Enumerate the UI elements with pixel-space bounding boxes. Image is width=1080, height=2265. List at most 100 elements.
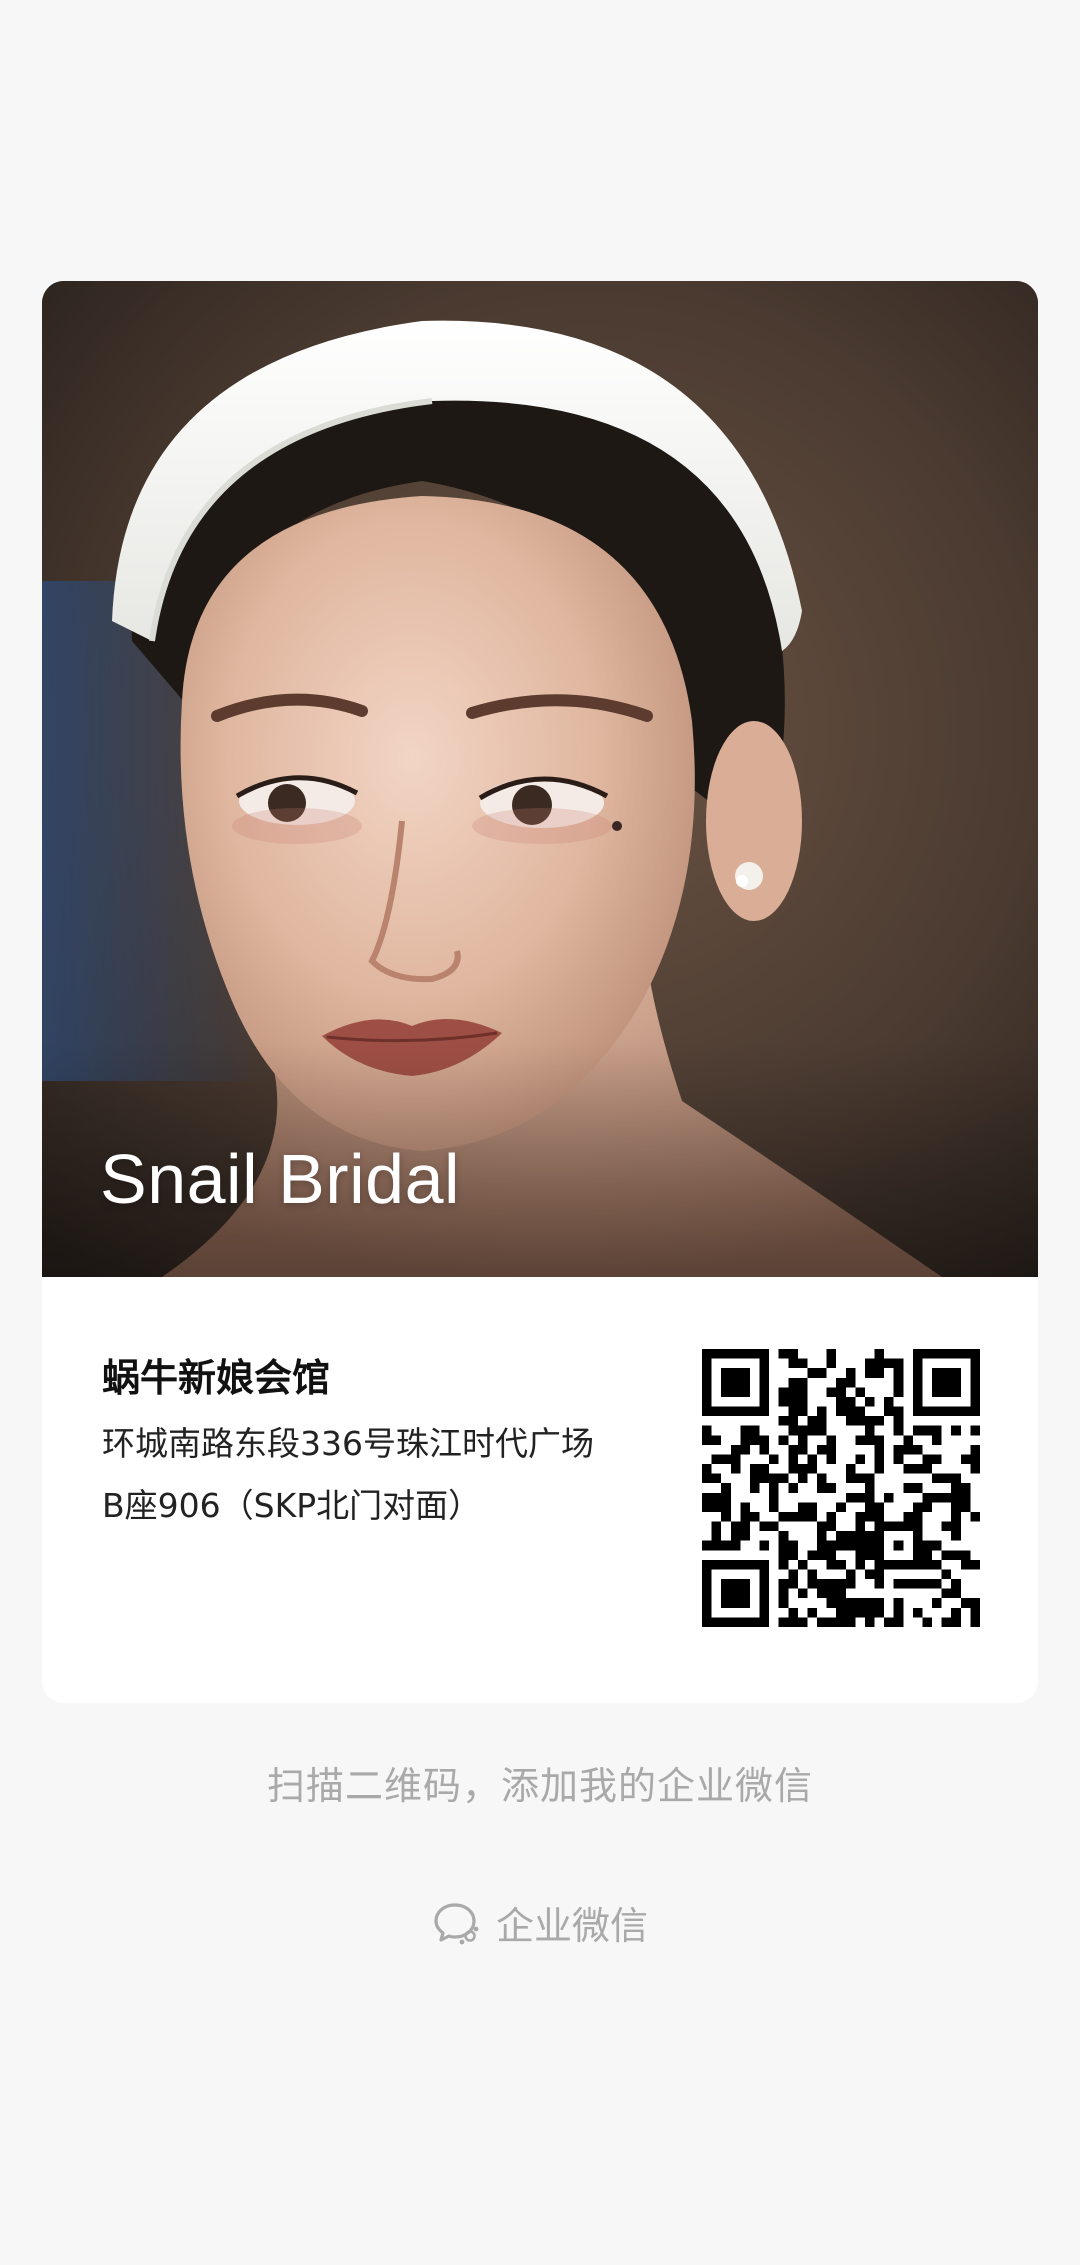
qr-module <box>702 1473 712 1484</box>
qr-module <box>912 1483 923 1493</box>
qr-module <box>721 1368 731 1378</box>
qr-module <box>797 1473 808 1484</box>
qr-module <box>769 1521 779 1532</box>
qr-module <box>711 1435 722 1445</box>
qr-module <box>702 1396 712 1407</box>
qr-module <box>845 1598 856 1608</box>
qr-module <box>941 1349 952 1359</box>
qr-module <box>702 1588 712 1599</box>
qr-module <box>749 1464 760 1474</box>
qr-module <box>826 1598 837 1608</box>
qr-module <box>893 1377 904 1388</box>
qr-module <box>845 1368 856 1378</box>
qr-module <box>826 1521 837 1532</box>
qr-module <box>836 1598 846 1608</box>
qr-module <box>932 1387 942 1397</box>
qr-module <box>912 1396 923 1407</box>
qr-module <box>740 1588 750 1599</box>
qr-module <box>941 1492 952 1503</box>
qr-module <box>932 1377 942 1388</box>
qr-module <box>912 1559 923 1570</box>
qr-module <box>749 1435 760 1445</box>
qr-module <box>759 1588 770 1599</box>
qr-module <box>826 1588 837 1599</box>
qr-module <box>855 1387 865 1397</box>
qr-module <box>826 1550 837 1560</box>
qr-module <box>864 1416 875 1426</box>
qr-module <box>759 1607 770 1618</box>
qr-module <box>836 1579 846 1589</box>
qr-module <box>817 1550 827 1560</box>
qr-module <box>817 1540 827 1551</box>
qr-module <box>845 1473 856 1484</box>
qr-module <box>740 1406 750 1417</box>
qr-module <box>922 1454 933 1465</box>
qr-module <box>730 1387 741 1397</box>
qr-module <box>941 1550 952 1560</box>
qr-module <box>826 1444 837 1455</box>
qr-module <box>855 1511 865 1522</box>
qr-module <box>874 1444 885 1455</box>
qr-module <box>788 1617 798 1627</box>
qr-module <box>788 1464 798 1474</box>
qr-module <box>730 1377 741 1388</box>
qr-module <box>788 1425 798 1436</box>
qr-module <box>730 1540 741 1551</box>
qr-module <box>702 1387 712 1397</box>
qr-module <box>788 1377 798 1388</box>
qr-module <box>912 1444 923 1455</box>
qr-module <box>960 1559 971 1570</box>
qr-module <box>759 1521 770 1532</box>
card-info: 蜗牛新娘会馆 环城南路东段336号珠江时代广场 B座906（SKP北门对面） <box>42 1277 1038 1703</box>
qr-module <box>807 1502 818 1512</box>
qr-module <box>970 1396 980 1407</box>
qr-module <box>922 1406 933 1417</box>
qr-module <box>893 1416 904 1426</box>
qr-module <box>912 1406 923 1417</box>
qr-module <box>836 1396 846 1407</box>
qr-module <box>893 1358 904 1369</box>
qr-module <box>797 1559 808 1570</box>
qr-module <box>711 1349 722 1359</box>
photo-title: Snail Bridal <box>100 1140 461 1218</box>
qr-module <box>740 1511 750 1522</box>
qr-module <box>864 1396 875 1407</box>
qr-module <box>788 1454 798 1465</box>
qr-module <box>797 1377 808 1388</box>
qr-code[interactable] <box>702 1349 980 1627</box>
qr-module <box>778 1531 789 1541</box>
qr-module <box>864 1607 875 1618</box>
qr-module <box>807 1425 818 1436</box>
qr-module <box>864 1598 875 1608</box>
qr-module <box>702 1579 712 1589</box>
qr-module <box>941 1521 952 1532</box>
qr-module <box>759 1473 770 1484</box>
qr-module <box>702 1377 712 1388</box>
qr-module <box>702 1559 712 1570</box>
qr-module <box>759 1368 770 1378</box>
qr-module <box>797 1425 808 1436</box>
qr-module <box>730 1559 741 1570</box>
qr-module <box>711 1406 722 1417</box>
qr-module <box>730 1464 741 1474</box>
qr-module <box>970 1358 980 1369</box>
qr-module <box>759 1598 770 1608</box>
qr-module <box>855 1559 865 1570</box>
qr-module <box>893 1454 904 1465</box>
qr-module <box>874 1550 885 1560</box>
qr-module <box>970 1425 980 1436</box>
qr-module <box>922 1425 933 1436</box>
qr-module <box>788 1579 798 1589</box>
qr-module <box>845 1377 856 1388</box>
qr-module <box>749 1559 760 1570</box>
qr-module <box>941 1473 952 1484</box>
qr-module <box>721 1454 731 1465</box>
qr-module <box>778 1579 789 1589</box>
qr-module <box>817 1579 827 1589</box>
qr-module <box>769 1502 779 1512</box>
qr-module <box>740 1425 750 1436</box>
company-name: 蜗牛新娘会馆 <box>102 1356 331 1400</box>
qr-module <box>711 1454 722 1465</box>
qr-module <box>970 1444 980 1455</box>
qr-module <box>721 1387 731 1397</box>
